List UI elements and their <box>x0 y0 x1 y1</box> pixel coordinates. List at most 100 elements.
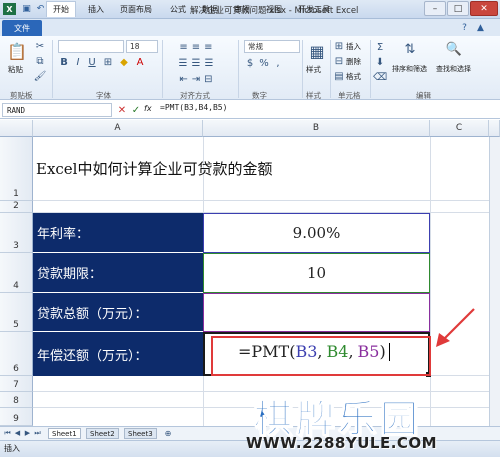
tab-developer[interactable]: 开发工具 <box>292 1 336 17</box>
row-header-2[interactable]: 2 <box>0 201 33 213</box>
next-sheet-icon[interactable]: ▶ <box>23 428 32 438</box>
format-cells-label[interactable]: 格式 <box>346 71 361 82</box>
top-align-icons[interactable]: ≡≡≡ <box>168 41 228 53</box>
row-header-9[interactable]: 9 <box>0 408 33 426</box>
tab-insert[interactable]: 插入 <box>82 1 110 17</box>
indent-icons[interactable]: ⇤⇥⊟ <box>168 73 228 85</box>
group-label-font: 字体 <box>96 91 111 100</box>
paste-icon[interactable]: 📋 <box>6 40 28 62</box>
column-header-a[interactable]: A <box>33 120 203 137</box>
maximize-button[interactable]: □ <box>447 1 469 16</box>
comma-style-icon[interactable]: , <box>272 57 284 69</box>
autosum-icon[interactable]: Σ <box>374 41 386 53</box>
font-size-dropdown[interactable]: 18 <box>126 40 158 53</box>
fill-icon[interactable]: ⬇ <box>374 56 386 68</box>
delete-cells-label[interactable]: 删除 <box>346 56 361 67</box>
help-icon[interactable]: ? <box>458 22 471 34</box>
sheet-tab-3[interactable]: Sheet3 <box>124 428 157 439</box>
styles-icon[interactable]: ▦ <box>306 40 328 62</box>
prev-sheet-icon[interactable]: ◀ <box>13 428 22 438</box>
formula-input[interactable]: =PMT(B3,B4,B5) <box>160 103 227 112</box>
cell-a3[interactable]: 年利率： <box>33 213 203 253</box>
borders-icon[interactable]: ⊞ <box>102 56 114 69</box>
cut-icon[interactable]: ✂ <box>34 40 46 52</box>
clear-icon[interactable]: ⌫ <box>373 71 387 83</box>
tab-formulas[interactable]: 公式 <box>164 1 192 17</box>
save-icon[interactable]: ▣ <box>20 3 33 15</box>
cell-a5[interactable]: 贷款总额（万元）： <box>33 293 203 332</box>
watermark: 棋牌乐园 WWW.2288YULE.COM <box>230 388 500 457</box>
percent-icon[interactable]: % <box>258 57 270 69</box>
fill-color-icon[interactable]: ◆ <box>118 56 130 69</box>
row-header-7[interactable]: 7 <box>0 376 33 392</box>
select-all-corner[interactable] <box>0 120 33 137</box>
delete-cells-icon[interactable]: ⊟ <box>334 56 344 67</box>
sheet-title: Excel中如何计算企业可贷款的金额 <box>36 160 273 178</box>
ribbon-minimize-icon[interactable]: ▲ <box>474 22 487 34</box>
cell-a4[interactable]: 贷款期限： <box>33 253 203 293</box>
formula-ref-b4: B4 <box>326 342 349 361</box>
copy-icon[interactable]: ⧉ <box>34 55 46 67</box>
tab-file[interactable]: 文件 <box>2 20 42 36</box>
row-header-5[interactable]: 5 <box>0 293 33 332</box>
cell-b5[interactable] <box>203 293 430 332</box>
italic-icon[interactable]: I <box>72 56 84 69</box>
insert-function-icon[interactable]: fx <box>144 104 152 113</box>
formula-suffix: ) <box>379 342 386 361</box>
column-header-b[interactable]: B <box>203 120 430 137</box>
paste-label: 粘贴 <box>8 65 23 74</box>
vertical-scrollbar[interactable] <box>489 137 500 426</box>
font-name-dropdown[interactable] <box>58 40 124 53</box>
minimize-button[interactable]: – <box>424 1 446 16</box>
group-label-cells: 单元格 <box>338 91 361 100</box>
row-header-6[interactable]: 6 <box>0 332 33 376</box>
last-sheet-icon[interactable]: ⏭ <box>33 428 42 438</box>
cell-b6-formula[interactable]: =PMT( B3 , B4 , B5 ) <box>238 342 390 361</box>
enter-icon[interactable]: ✓ <box>130 104 142 116</box>
close-button[interactable]: ✕ <box>470 1 498 16</box>
styles-label: 样式 <box>306 65 321 74</box>
bold-icon[interactable]: B <box>58 56 70 69</box>
format-painter-icon[interactable]: 🖌 <box>34 70 47 82</box>
first-sheet-icon[interactable]: ⏮ <box>3 428 12 438</box>
cancel-icon[interactable]: ✕ <box>116 104 128 116</box>
cell-a6[interactable]: 年偿还额（万元）： <box>33 332 203 376</box>
underline-icon[interactable]: U <box>86 56 98 69</box>
tab-home[interactable]: 开始 <box>46 1 76 17</box>
number-format-dropdown[interactable]: 常规 <box>244 40 300 53</box>
insert-cells-label[interactable]: 插入 <box>346 41 361 52</box>
format-cells-icon[interactable]: ▤ <box>334 71 344 82</box>
tab-page-layout[interactable]: 页面布局 <box>114 1 158 17</box>
currency-icon[interactable]: $ <box>244 57 256 69</box>
group-label-editing: 编辑 <box>416 91 431 100</box>
group-label-clipboard: 剪贴板 <box>10 91 33 100</box>
row-header-4[interactable]: 4 <box>0 253 33 293</box>
insert-sheet-icon[interactable]: ⊕ <box>162 428 174 438</box>
find-select-icon[interactable]: 🔍 <box>444 40 464 58</box>
horizontal-align-icons[interactable]: ☰☰☰ <box>168 57 228 69</box>
insert-cells-icon[interactable]: ⊞ <box>334 41 344 52</box>
row-header-8[interactable]: 8 <box>0 392 33 408</box>
excel-logo-icon: X <box>3 3 16 15</box>
cell-b4[interactable]: 10 <box>203 253 430 293</box>
group-label-number: 数字 <box>252 91 267 100</box>
formula-ref-b3: B3 <box>295 342 318 361</box>
tab-review[interactable]: 审阅 <box>228 1 256 17</box>
tab-data[interactable]: 数据 <box>196 1 224 17</box>
group-label-alignment: 对齐方式 <box>180 91 210 100</box>
column-header-c[interactable]: C <box>430 120 489 137</box>
tab-view[interactable]: 视图 <box>260 1 288 17</box>
ribbon-tab-bar <box>0 19 500 36</box>
name-box[interactable]: RAND <box>2 103 112 117</box>
find-select-label[interactable]: 查找和选择 <box>436 64 471 74</box>
row-header-3[interactable]: 3 <box>0 213 33 253</box>
sheet-tab-1[interactable]: Sheet1 <box>48 428 81 439</box>
row-header-1[interactable]: 1 <box>0 137 33 201</box>
sheet-tab-2[interactable]: Sheet2 <box>86 428 119 439</box>
formula-prefix: =PMT( <box>238 342 296 361</box>
cell-b3[interactable]: 9.00% <box>203 213 430 253</box>
sort-filter-icon[interactable]: ⇅ <box>400 40 420 58</box>
formula-ref-b5: B5 <box>357 342 380 361</box>
font-color-icon[interactable]: A <box>134 56 146 69</box>
sort-filter-label[interactable]: 排序和筛选 <box>392 64 427 74</box>
